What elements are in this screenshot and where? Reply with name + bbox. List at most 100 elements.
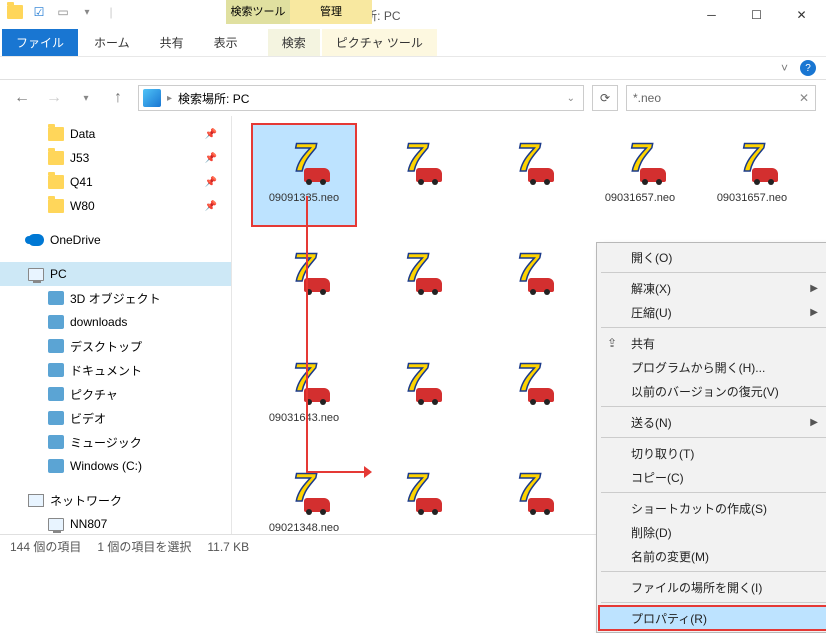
- search-value: *.neo: [633, 91, 661, 105]
- minimize-button[interactable]: ─: [689, 1, 734, 29]
- pin-icon: 📌: [205, 153, 217, 164]
- tree-quick-item[interactable]: W80📌: [0, 194, 231, 218]
- file-name: 09021348.neo: [269, 522, 339, 534]
- file-icon: 7: [496, 130, 560, 186]
- tree-pc-item[interactable]: ミュージック: [0, 430, 231, 454]
- file-name: 09031643.neo: [269, 412, 339, 424]
- tab-home[interactable]: ホーム: [80, 29, 144, 56]
- ctx-send-to[interactable]: 送る(N)▶: [599, 410, 826, 434]
- qat-properties-icon[interactable]: ☑: [30, 3, 48, 21]
- file-item[interactable]: 7 09031643.neo: [252, 344, 356, 446]
- tab-search[interactable]: 検索: [268, 29, 320, 56]
- tree-pc-item[interactable]: ピクチャ: [0, 382, 231, 406]
- ctx-copy[interactable]: コピー(C): [599, 465, 826, 489]
- file-icon: 7: [496, 350, 560, 406]
- folder-icon: [48, 151, 64, 165]
- tree-pc-item[interactable]: デスクトップ: [0, 334, 231, 358]
- tree-network-item[interactable]: NN807: [0, 512, 231, 534]
- tree-quick-item[interactable]: J53📌: [0, 146, 231, 170]
- pin-icon: 📌: [205, 129, 217, 140]
- pc-icon: [28, 268, 44, 281]
- tab-share[interactable]: 共有: [146, 29, 198, 56]
- nav-recent-dropdown[interactable]: ▾: [74, 86, 98, 110]
- file-icon: 7: [272, 240, 336, 296]
- file-item[interactable]: 7: [476, 344, 580, 446]
- maximize-button[interactable]: ☐: [734, 1, 779, 29]
- ctx-create-shortcut[interactable]: ショートカットの作成(S): [599, 496, 826, 520]
- tab-view[interactable]: 表示: [200, 29, 252, 56]
- folder-icon: [48, 291, 64, 305]
- file-item[interactable]: 7: [364, 124, 468, 226]
- share-icon: ⇪: [607, 336, 617, 350]
- tree-pc-item[interactable]: downloads: [0, 310, 231, 334]
- close-button[interactable]: ✕: [779, 1, 824, 29]
- ctx-open[interactable]: 開く(O): [599, 245, 826, 269]
- refresh-button[interactable]: ⟳: [592, 85, 618, 111]
- file-item[interactable]: 7: [364, 234, 468, 336]
- search-input[interactable]: *.neo ✕: [626, 85, 816, 111]
- file-icon: 7: [608, 130, 672, 186]
- folder-icon: [48, 199, 64, 213]
- ctx-open-location[interactable]: ファイルの場所を開く(I): [599, 575, 826, 599]
- ctx-rename[interactable]: 名前の変更(M): [599, 544, 826, 568]
- folder-icon: [48, 363, 64, 377]
- tree-pc[interactable]: PC: [0, 262, 231, 286]
- address-dropdown-icon[interactable]: ⌄: [563, 93, 579, 104]
- folder-icon: [48, 315, 64, 329]
- tree-pc-item[interactable]: 3D オブジェクト: [0, 286, 231, 310]
- nav-forward-button[interactable]: →: [42, 86, 66, 110]
- file-item[interactable]: 709031657.neo: [700, 124, 804, 226]
- help-icon[interactable]: ?: [800, 60, 816, 76]
- tree-pc-item[interactable]: ビデオ: [0, 406, 231, 430]
- ctx-delete[interactable]: 削除(D): [599, 520, 826, 544]
- folder-icon: [48, 411, 64, 425]
- ctx-restore-versions[interactable]: 以前のバージョンの復元(V): [599, 379, 826, 403]
- contextual-header-search-tools: 検索ツール: [226, 0, 290, 24]
- file-item[interactable]: 7: [476, 234, 580, 336]
- address-bar[interactable]: ▸ 検索場所: PC ⌄: [138, 85, 584, 111]
- ctx-properties[interactable]: プロパティ(R): [599, 606, 826, 630]
- navigation-tree: Data📌J53📌Q41📌W80📌 OneDrive PC 3D オブジェクトd…: [0, 116, 232, 534]
- qat-dropdown-icon[interactable]: ▾: [78, 3, 96, 21]
- file-item[interactable]: 709091335.neo: [252, 124, 356, 226]
- annotation-arrow-head: [364, 466, 372, 478]
- file-item[interactable]: 709021348.neo: [252, 454, 356, 556]
- breadcrumb-text: 検索場所: PC: [178, 90, 249, 107]
- folder-icon: [48, 175, 64, 189]
- submenu-arrow-icon: ▶: [810, 417, 818, 428]
- tab-picture-tools[interactable]: ピクチャ ツール: [322, 29, 437, 56]
- file-name: 09091335.neo: [269, 192, 339, 204]
- status-size: 11.7 KB: [207, 540, 249, 554]
- folder-icon: [48, 459, 64, 473]
- file-item[interactable]: 7: [364, 344, 468, 446]
- tree-pc-item[interactable]: ドキュメント: [0, 358, 231, 382]
- ctx-extract[interactable]: 解凍(X)▶: [599, 276, 826, 300]
- file-item[interactable]: 7: [476, 124, 580, 226]
- ctx-open-with[interactable]: プログラムから開く(H)...: [599, 355, 826, 379]
- status-item-count: 144 個の項目: [10, 538, 81, 555]
- network-icon: [28, 494, 44, 507]
- file-item[interactable]: 7: [364, 454, 468, 556]
- qat-newfolder-icon[interactable]: ▭: [54, 3, 72, 21]
- tree-quick-item[interactable]: Q41📌: [0, 170, 231, 194]
- tree-quick-item[interactable]: Data📌: [0, 122, 231, 146]
- tab-file[interactable]: ファイル: [2, 29, 78, 56]
- computer-icon: [48, 518, 64, 531]
- ctx-compress[interactable]: 圧縮(U)▶: [599, 300, 826, 324]
- ctx-cut[interactable]: 切り取り(T): [599, 441, 826, 465]
- file-item[interactable]: 7: [252, 234, 356, 336]
- nav-up-button[interactable]: ↑: [106, 86, 130, 110]
- file-icon: 7: [272, 350, 336, 406]
- file-item[interactable]: 7: [476, 454, 580, 556]
- tree-pc-item[interactable]: Windows (C:): [0, 454, 231, 478]
- annotation-arrow: [306, 471, 368, 473]
- nav-back-button[interactable]: ←: [10, 86, 34, 110]
- ribbon-collapse-icon[interactable]: ˅: [781, 61, 788, 75]
- search-clear-icon[interactable]: ✕: [799, 91, 809, 105]
- tree-network[interactable]: ネットワーク: [0, 488, 231, 512]
- pin-icon: 📌: [205, 201, 217, 212]
- ctx-share[interactable]: ⇪共有: [599, 331, 826, 355]
- tree-onedrive[interactable]: OneDrive: [0, 228, 231, 252]
- file-icon: 7: [720, 130, 784, 186]
- file-item[interactable]: 709031657.neo: [588, 124, 692, 226]
